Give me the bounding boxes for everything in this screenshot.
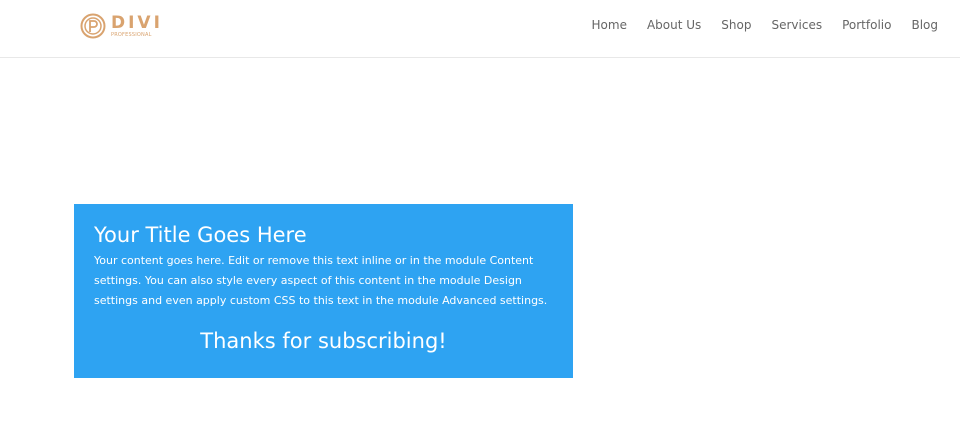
nav-about-us[interactable]: About Us — [647, 18, 701, 32]
site-header: DIVI PROFESSIONAL Home About Us Shop Ser… — [0, 0, 960, 58]
nav-services[interactable]: Services — [771, 18, 822, 32]
nav-home[interactable]: Home — [592, 18, 627, 32]
nav-shop[interactable]: Shop — [721, 18, 751, 32]
subscribe-module: Your Title Goes Here Your content goes h… — [74, 204, 573, 378]
module-title: Your Title Goes Here — [94, 223, 307, 247]
nav-blog[interactable]: Blog — [911, 18, 938, 32]
logo[interactable]: DIVI PROFESSIONAL — [80, 13, 163, 39]
divi-logo-icon — [80, 13, 106, 39]
success-message: Thanks for subscribing! — [200, 329, 447, 353]
module-content: Your content goes here. Edit or remove t… — [94, 254, 548, 307]
main-nav: Home About Us Shop Services Portfolio Bl… — [592, 18, 938, 32]
nav-portfolio[interactable]: Portfolio — [842, 18, 891, 32]
logo-subtitle: PROFESSIONAL — [111, 31, 152, 38]
logo-word: DIVI — [111, 12, 163, 33]
